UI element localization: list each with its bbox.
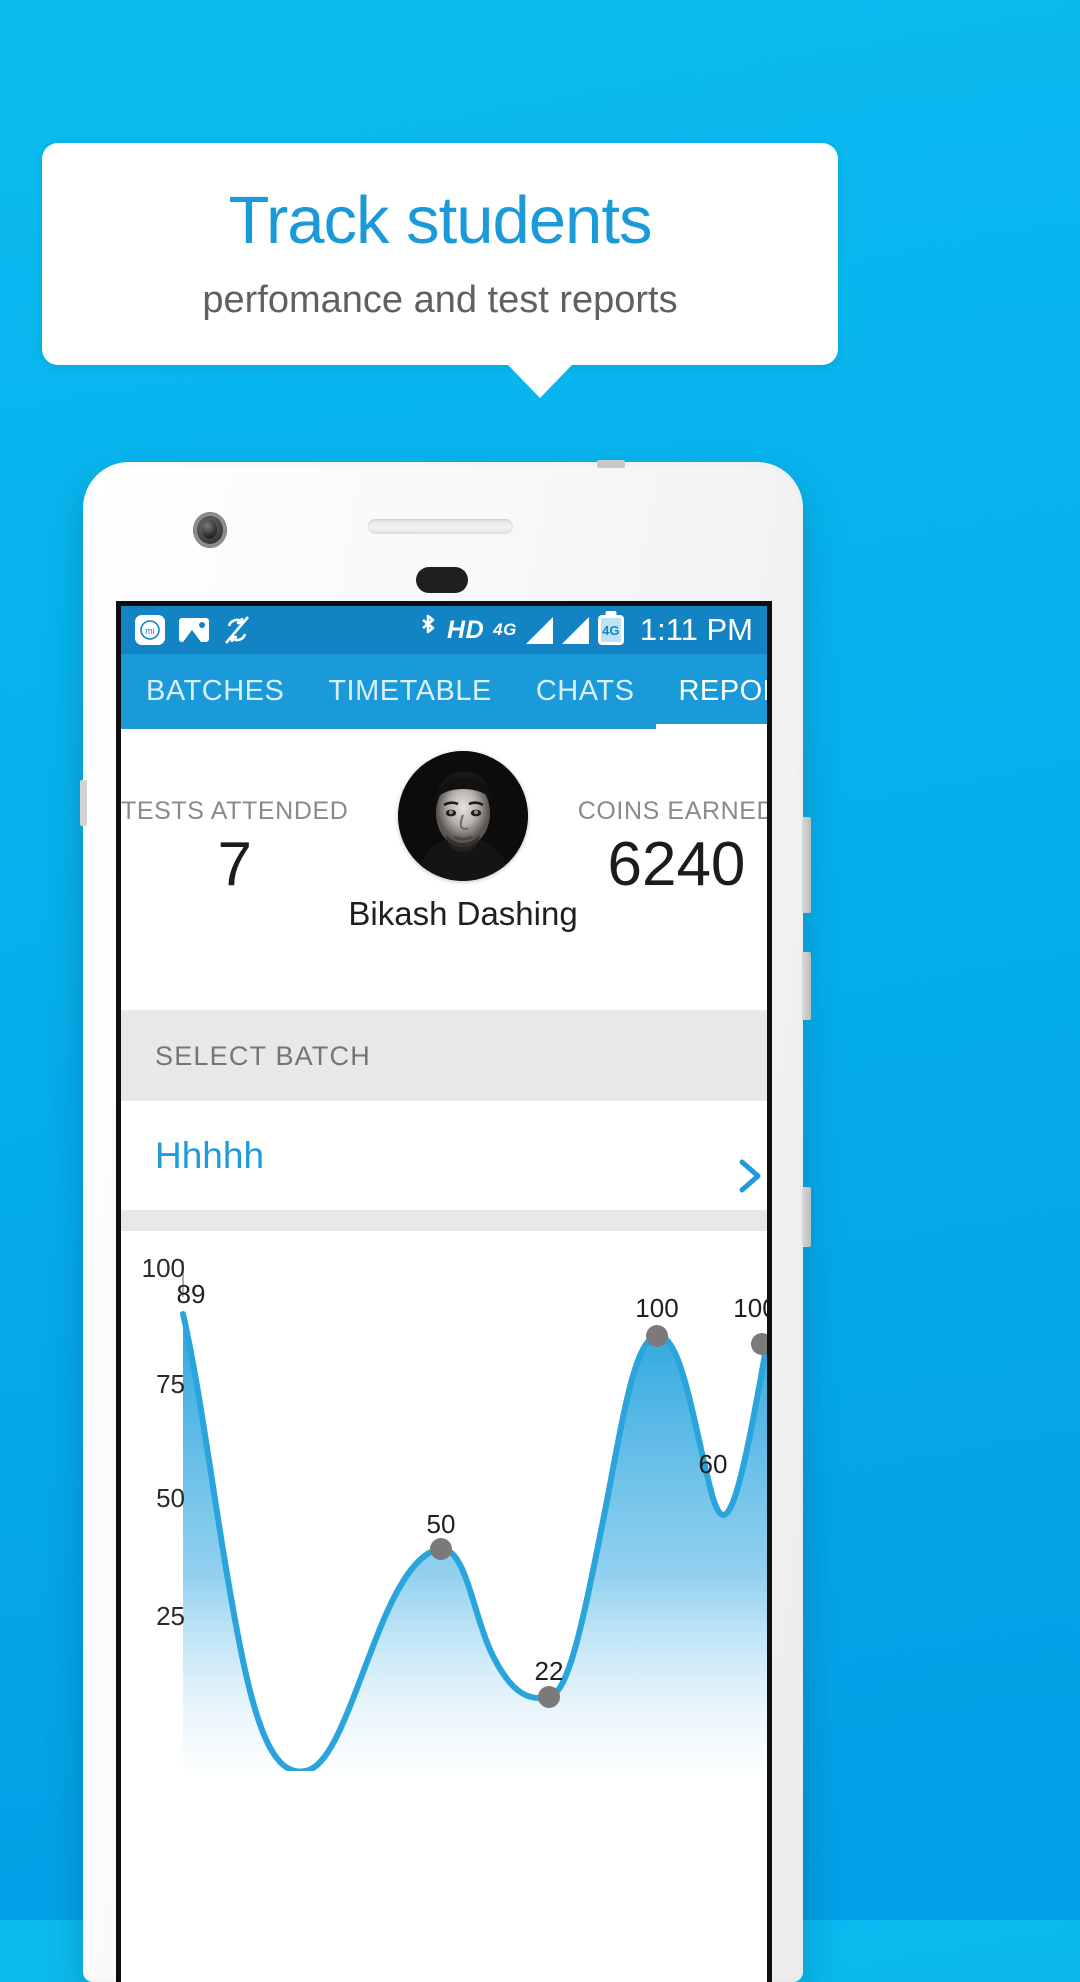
chart-label-point-1: 89 xyxy=(176,1279,206,1309)
batch-selector-row[interactable]: Hhhhh xyxy=(121,1101,767,1211)
coins-earned-stat: COINS EARNED 6240 xyxy=(577,729,772,899)
hd-label: HD xyxy=(447,615,485,644)
phone-mockup: mi HD 4G 4G 1:11 PM BATCHES TIMETABLE CH… xyxy=(80,460,811,1982)
chart-label-point-2: 0 xyxy=(302,1767,316,1771)
chart-label-point-3: 50 xyxy=(426,1509,456,1539)
signal-bar-icon-secondary xyxy=(561,616,589,644)
phone-top-antenna-line xyxy=(597,460,625,468)
network-type-label: 4G xyxy=(493,620,517,639)
performance-chart: 100 75 50 25 89 0 50 22 100 60 100 xyxy=(121,1231,767,1771)
clock-label: 1:11 PM xyxy=(639,612,753,647)
y-tick-50: 50 xyxy=(156,1483,185,1513)
section-divider xyxy=(121,1211,767,1231)
profile-summary: TESTS ATTENDED 7 Bikash Dashing COINS EA… xyxy=(121,729,767,1011)
avatar[interactable] xyxy=(398,751,529,881)
signal-bar-icon xyxy=(525,616,553,644)
svg-text:mi: mi xyxy=(145,626,155,636)
chart-point-marker xyxy=(751,1333,767,1355)
y-tick-25: 25 xyxy=(156,1601,185,1631)
promo-subtitle: perfomance and test reports xyxy=(202,278,678,321)
tests-attended-value: 7 xyxy=(217,830,252,899)
promo-bubble: Track students perfomance and test repor… xyxy=(42,143,838,365)
selected-batch-label: Hhhhh xyxy=(155,1134,265,1176)
volume-button[interactable] xyxy=(802,817,811,913)
select-batch-header: SELECT BATCH xyxy=(121,1011,767,1101)
front-camera-icon xyxy=(193,512,227,548)
chart-point-marker xyxy=(538,1686,560,1708)
status-bar-right-icons: HD 4G 4G 1:11 PM xyxy=(418,612,753,649)
chart-label-point-4: 22 xyxy=(534,1656,564,1686)
chart-area-fill xyxy=(183,1314,767,1771)
coins-earned-value: 6240 xyxy=(607,830,746,899)
phone-screen: mi HD 4G 4G 1:11 PM BATCHES TIMETABLE CH… xyxy=(116,601,772,1982)
bluetooth-icon xyxy=(418,612,438,649)
mi-app-icon: mi xyxy=(135,615,165,645)
y-tick-100: 100 xyxy=(141,1253,185,1283)
chart-label-point-6: 60 xyxy=(698,1449,728,1479)
proximity-sensor xyxy=(416,567,468,593)
promo-bubble-tail xyxy=(508,365,572,398)
tab-timetable[interactable]: TIMETABLE xyxy=(306,654,514,729)
chart-point-marker xyxy=(430,1538,452,1560)
tab-reports[interactable]: REPORTS xyxy=(656,654,767,729)
sync-disabled-icon xyxy=(223,615,251,645)
gallery-icon xyxy=(179,618,209,642)
tests-attended-stat: TESTS ATTENDED 7 xyxy=(121,729,348,896)
y-tick-75: 75 xyxy=(156,1369,185,1399)
student-identity: Bikash Dashing xyxy=(348,729,578,933)
battery-icon: 4G xyxy=(597,615,624,645)
coins-earned-label: COINS EARNED xyxy=(577,797,772,825)
earpiece-speaker xyxy=(368,519,513,534)
chart-label-point-7: 100 xyxy=(733,1293,767,1323)
student-name: Bikash Dashing xyxy=(348,895,578,932)
tab-chats[interactable]: CHATS xyxy=(514,654,657,729)
tests-attended-label: TESTS ATTENDED xyxy=(121,797,349,825)
tab-batches[interactable]: BATCHES xyxy=(121,654,306,729)
phone-left-antenna-line xyxy=(80,780,87,826)
status-bar-left-icons: mi xyxy=(135,615,251,645)
power-button[interactable] xyxy=(802,952,811,1020)
tab-bar: BATCHES TIMETABLE CHATS REPORTS xyxy=(121,654,767,729)
side-button-lower[interactable] xyxy=(802,1187,811,1247)
promo-title: Track students xyxy=(228,183,653,259)
chart-label-point-5: 100 xyxy=(635,1293,679,1323)
chart-point-marker xyxy=(646,1325,668,1347)
status-bar: mi HD 4G 4G 1:11 PM xyxy=(121,606,767,654)
